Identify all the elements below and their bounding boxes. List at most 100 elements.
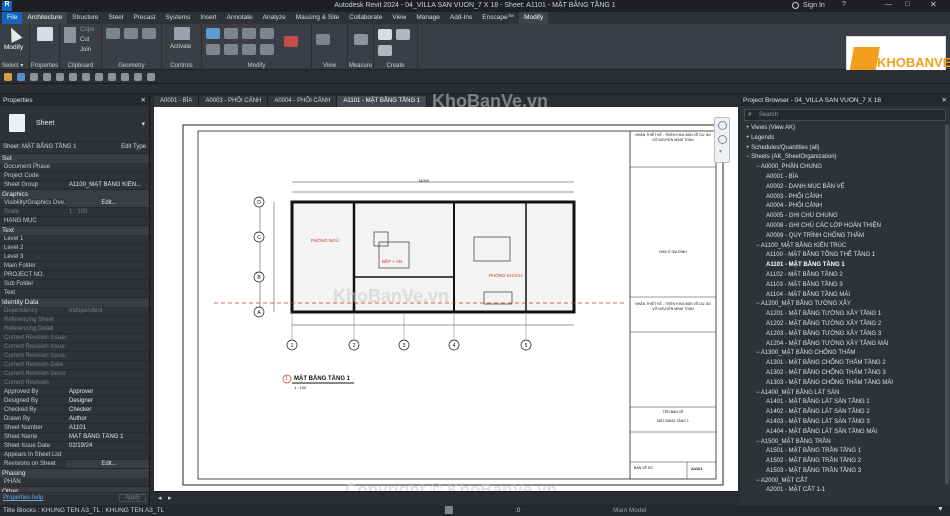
browser-item[interactable]: A1100 - MẶT BẰNG TỔNG THỂ TẦNG 1 bbox=[742, 251, 950, 261]
property-value[interactable] bbox=[66, 352, 149, 360]
property-row[interactable]: Dependency Independent bbox=[0, 307, 149, 316]
activate-icon[interactable] bbox=[174, 27, 190, 40]
ribbon-tab-systems[interactable]: Systems bbox=[160, 12, 195, 24]
browser-item[interactable]: A1502 - MẶT BẰNG TRẦN TẦNG 2 bbox=[742, 457, 950, 467]
property-row[interactable]: Current Revision Issued bbox=[0, 334, 149, 343]
browser-item[interactable]: A1204 - MẶT BẰNG TƯỜNG XÂY TẦNG MÁI bbox=[742, 340, 950, 350]
browser-item[interactable]: − A2000_MẶT CẮT bbox=[742, 477, 950, 487]
browser-item[interactable]: A1301 - MẶT BẰNG CHỐNG THẤM TẦNG 2 bbox=[742, 359, 950, 369]
property-value[interactable]: Edit... bbox=[66, 199, 149, 207]
browser-item[interactable]: A1401 - MẶT BẰNG LÁT SÀN TẦNG 1 bbox=[742, 398, 950, 408]
property-value[interactable]: Independent bbox=[66, 307, 149, 315]
browser-item[interactable]: A1203 - MẶT BẰNG TƯỜNG XÂY TẦNG 3 bbox=[742, 330, 950, 340]
property-section[interactable]: Set bbox=[0, 154, 149, 163]
print-icon[interactable] bbox=[69, 73, 77, 81]
property-row[interactable]: HẠNG MỤC bbox=[0, 217, 149, 226]
property-row[interactable]: Current Revision Date bbox=[0, 361, 149, 370]
browser-item[interactable]: − A1300_MẶT BẰNG CHỐNG THẤM bbox=[742, 349, 950, 359]
create-group-icon[interactable] bbox=[378, 45, 392, 56]
browser-item[interactable]: A1403 - MẶT BẰNG LÁT SÀN TẦNG 3 bbox=[742, 418, 950, 428]
property-value[interactable] bbox=[66, 316, 149, 324]
measure-qat-icon[interactable] bbox=[82, 73, 90, 81]
property-row[interactable]: Sheet Number A1101 bbox=[0, 424, 149, 433]
property-row[interactable]: Level 1 bbox=[0, 235, 149, 244]
scroll-left-icon[interactable]: ◂ bbox=[158, 494, 162, 502]
close-icon[interactable]: ✕ bbox=[930, 0, 937, 9]
paste-icon[interactable] bbox=[64, 27, 76, 43]
browser-item[interactable]: A1503 - MẶT BẰNG TRẦN TẦNG 3 bbox=[742, 467, 950, 477]
property-row[interactable]: Sheet Issue Date 02/19/24 bbox=[0, 442, 149, 451]
open-icon[interactable] bbox=[4, 73, 12, 81]
undo-icon[interactable] bbox=[43, 73, 51, 81]
property-row[interactable]: Level 3 bbox=[0, 253, 149, 262]
cope-icon[interactable]: Cope bbox=[80, 27, 94, 33]
rotate-icon[interactable] bbox=[242, 44, 256, 55]
help-icon[interactable]: ? bbox=[842, 1, 846, 8]
steering-wheel-icon[interactable] bbox=[718, 121, 727, 130]
property-row[interactable]: Drawn By Author bbox=[0, 415, 149, 424]
browser-item[interactable]: − A1100_MẶT BẰNG KIẾN TRÚC bbox=[742, 242, 950, 252]
trim-icon[interactable] bbox=[260, 28, 274, 39]
property-value[interactable]: Edit... bbox=[66, 460, 149, 468]
browser-item[interactable]: A1303 - MẶT BẰNG CHỐNG THẤM TẦNG MÁI bbox=[742, 379, 950, 389]
close-hidden-icon[interactable] bbox=[134, 73, 142, 81]
text-qat-icon[interactable] bbox=[95, 73, 103, 81]
create-parts-icon[interactable] bbox=[396, 29, 410, 40]
property-value[interactable]: 02/19/24 bbox=[66, 442, 149, 450]
browser-item[interactable]: A1302 - MẶT BẰNG CHỐNG THẤM TẦNG 3 bbox=[742, 369, 950, 379]
ribbon-tab-annotate[interactable]: Annotate bbox=[222, 12, 258, 24]
property-row[interactable]: Current Revision Descr... bbox=[0, 370, 149, 379]
property-row[interactable]: Checked By Checker bbox=[0, 406, 149, 415]
save-icon[interactable] bbox=[17, 73, 25, 81]
property-value[interactable] bbox=[66, 343, 149, 351]
property-row[interactable]: Scale 1 : 100 bbox=[0, 208, 149, 217]
browser-item[interactable]: A0004 - PHỐI CẢNH bbox=[742, 202, 950, 212]
cut-button[interactable]: Cut bbox=[80, 37, 89, 43]
property-value[interactable] bbox=[66, 370, 149, 378]
minimize-icon[interactable]: — bbox=[885, 1, 892, 8]
geometry-tool-icon[interactable] bbox=[142, 28, 156, 39]
type-selector[interactable]: Sheet ▾ bbox=[0, 106, 149, 142]
property-row[interactable]: Sheet Name MẶT BẰNG TẦNG 1 bbox=[0, 433, 149, 442]
properties-help-link[interactable]: Properties help bbox=[3, 495, 43, 501]
browser-item[interactable]: A1104 - MẶT BẰNG TẦNG MÁI bbox=[742, 291, 950, 301]
ribbon-tab-modify[interactable]: Modify bbox=[519, 12, 549, 24]
modify-button[interactable]: Modify bbox=[4, 44, 23, 51]
browser-search[interactable]: ⌕ Search bbox=[744, 109, 946, 121]
join-button[interactable]: Join bbox=[80, 47, 91, 53]
property-value[interactable]: Author bbox=[66, 415, 149, 423]
ribbon-tab-add-ins[interactable]: Add-Ins bbox=[445, 12, 477, 24]
browser-item[interactable]: + Schedules/Quantities (all) bbox=[742, 144, 950, 154]
property-value[interactable]: Checker bbox=[66, 406, 149, 414]
browser-item[interactable]: A1202 - MẶT BẰNG TƯỜNG XÂY TẦNG 2 bbox=[742, 320, 950, 330]
filter-icon[interactable]: ▼ bbox=[937, 506, 944, 513]
property-value[interactable] bbox=[66, 235, 149, 243]
property-row[interactable]: Document Phase bbox=[0, 163, 149, 172]
property-row[interactable]: Visibility/Graphics Ove... Edit... bbox=[0, 199, 149, 208]
property-value[interactable] bbox=[66, 172, 149, 180]
view-tab[interactable]: A0004 - PHỐI CẢNH bbox=[268, 96, 338, 107]
ribbon-tab-view[interactable]: View bbox=[387, 12, 411, 24]
browser-scrollbar[interactable] bbox=[945, 124, 949, 484]
main-model-dropdown[interactable]: Main Model bbox=[613, 507, 647, 514]
property-row[interactable]: Approved By Approver bbox=[0, 388, 149, 397]
ribbon-tab-file[interactable]: File bbox=[2, 12, 23, 24]
switch-windows-icon[interactable] bbox=[147, 73, 155, 81]
move-icon[interactable] bbox=[206, 44, 220, 55]
ribbon-tab-analyze[interactable]: Analyze bbox=[258, 12, 291, 24]
browser-item[interactable]: − Sheets (AK_SheetOrganization) bbox=[742, 153, 950, 163]
property-section[interactable]: Identity Data bbox=[0, 298, 149, 307]
hide-icon[interactable] bbox=[316, 34, 330, 45]
property-value[interactable] bbox=[66, 271, 149, 279]
browser-search-input[interactable]: Search bbox=[759, 112, 778, 118]
property-value[interactable] bbox=[66, 217, 149, 225]
property-value[interactable] bbox=[66, 289, 149, 297]
ribbon-tab-enscape[interactable]: Enscape™ bbox=[477, 12, 519, 24]
close-properties-icon[interactable]: ✕ bbox=[141, 96, 146, 106]
section-icon[interactable] bbox=[121, 73, 129, 81]
property-row[interactable]: Project Code bbox=[0, 172, 149, 181]
sign-in-link[interactable]: Sign In bbox=[803, 2, 825, 9]
property-value[interactable]: Designer bbox=[66, 397, 149, 405]
worksharing-icon[interactable] bbox=[445, 506, 453, 514]
browser-item[interactable]: A1102 - MẶT BẰNG TẦNG 2 bbox=[742, 271, 950, 281]
